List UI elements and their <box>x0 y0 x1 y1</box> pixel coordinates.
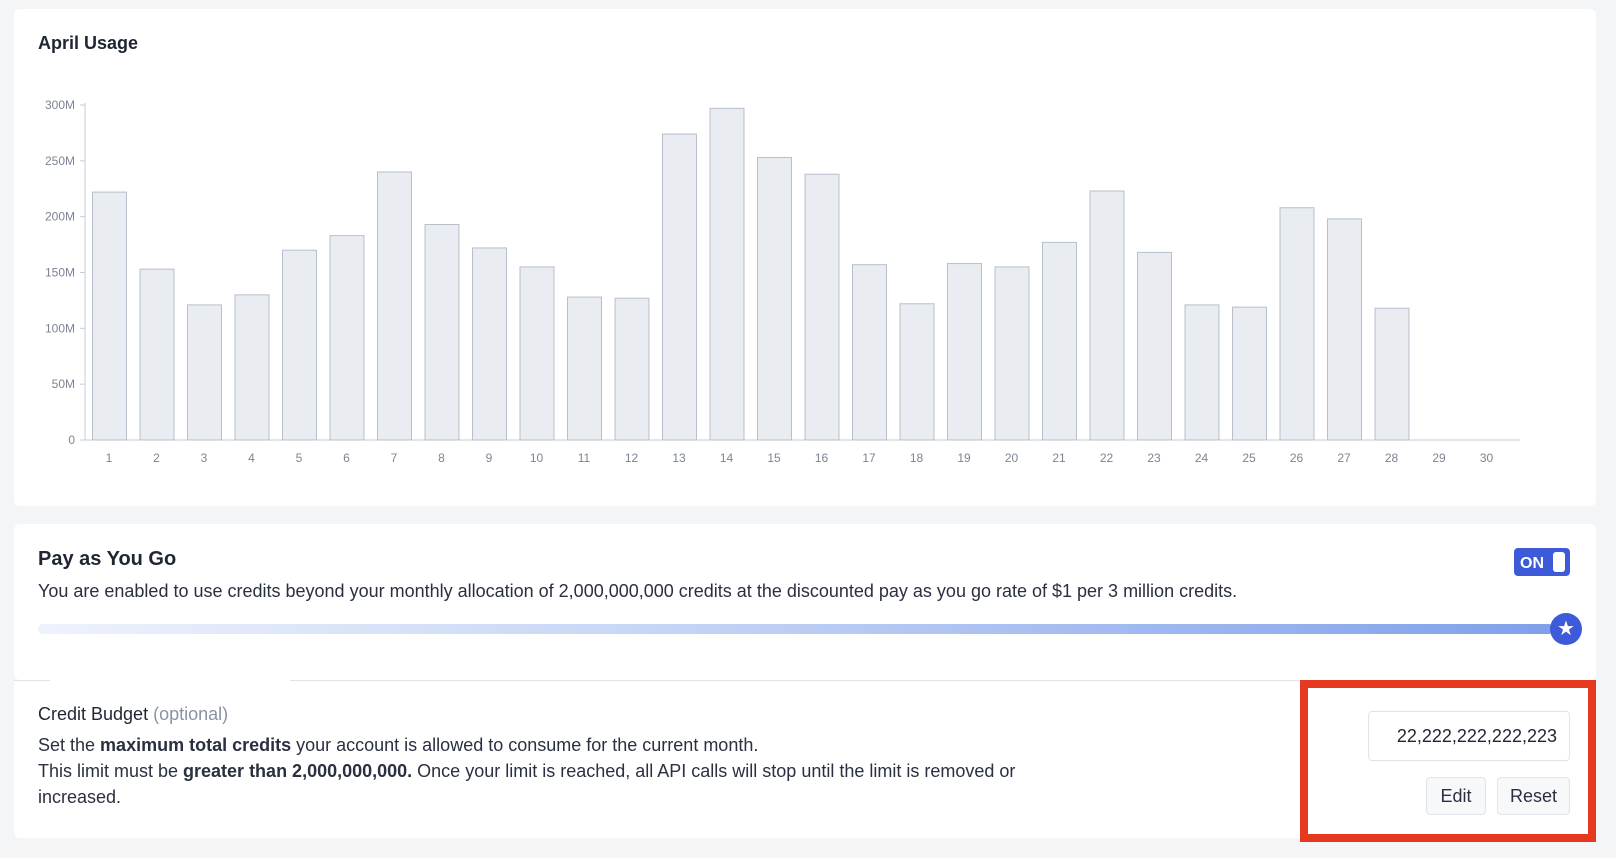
x-tick-label: 6 <box>343 451 350 465</box>
y-tick-label: 0 <box>68 433 75 447</box>
x-tick-label: 3 <box>201 451 208 465</box>
bar-day-5 <box>282 249 317 441</box>
x-tick-label: 11 <box>578 451 591 465</box>
x-tick-label: 23 <box>1147 451 1161 465</box>
payg-description: You are enabled to use credits beyond yo… <box>38 581 1238 601</box>
bar-day-6 <box>329 235 365 441</box>
bar-day-12 <box>614 297 650 441</box>
x-tick-label: 4 <box>248 451 255 465</box>
usage-card: April Usage 0 50M 100M 150M 200M 250M 300M 1 2 3 4… <box>14 9 1596 506</box>
bar-day-10 <box>519 266 555 441</box>
bar-day-19 <box>947 263 982 441</box>
bar-day-9 <box>472 247 507 441</box>
optional-label: (optional) <box>153 704 229 724</box>
x-tick-label: 20 <box>1005 451 1019 465</box>
bar-day-4 <box>234 294 270 441</box>
bar-day-20 <box>994 266 1030 441</box>
usage-bar-chart: 050M100M150M200M250M300M1 2 3 4 5 6 7 8 9 10 11 12 1… <box>45 98 1520 465</box>
bar-day-22 <box>1089 190 1125 441</box>
x-tick-label: 8 <box>438 451 445 465</box>
x-tick-label: 1 <box>106 451 113 465</box>
bar-day-8 <box>424 223 460 441</box>
x-tick-label: 15 <box>767 451 781 465</box>
x-tick-label: 14 <box>720 451 734 465</box>
x-tick-label: 29 <box>1432 451 1446 465</box>
bar-day-14 <box>709 107 745 441</box>
desc-text: This limit must be <box>38 761 184 781</box>
payg-slider-track[interactable] <box>38 624 1554 634</box>
bar-day-27 <box>1327 218 1362 441</box>
credit-budget-description: Set the maximum total credits your accou… <box>38 732 1038 810</box>
bar-day-2 <box>139 268 175 441</box>
x-tick-label: 16 <box>815 451 829 465</box>
bar-day-15 <box>757 156 792 441</box>
divider-gap <box>50 680 290 682</box>
y-tick-label: 250M <box>45 154 75 168</box>
x-tick-label: 28 <box>1385 451 1399 465</box>
x-tick-label: 19 <box>957 451 971 465</box>
x-tick-label: 10 <box>530 451 544 465</box>
desc-bold: maximum total credits <box>100 735 292 755</box>
desc-text: your account is allowed to consume for t… <box>291 735 759 755</box>
pay-as-you-go-card: Pay as You Go You are enabled to use cre… <box>14 524 1596 680</box>
toggle-label: ON <box>1520 555 1544 572</box>
x-tick-label: 13 <box>672 451 686 465</box>
x-tick-label: 21 <box>1052 451 1066 465</box>
x-tick-label: 18 <box>910 451 924 465</box>
bar-day-21 <box>1042 241 1077 441</box>
y-tick-label: 200M <box>45 210 75 224</box>
bar-day-28 <box>1374 307 1410 441</box>
x-tick-label: 27 <box>1337 451 1351 465</box>
y-tick-label: 150M <box>45 266 75 280</box>
bar-day-16 <box>804 173 840 441</box>
bar-day-11 <box>567 296 602 441</box>
bar-day-3 <box>187 304 222 441</box>
x-tick-label: 9 <box>486 451 493 465</box>
payg-title: Pay as You Go <box>38 548 177 570</box>
y-tick-label: 100M <box>45 321 75 335</box>
payg-toggle[interactable]: ON <box>1514 548 1570 576</box>
x-tick-label: 7 <box>391 451 398 465</box>
desc-bold: greater than 2,000,000,000. <box>183 761 413 781</box>
slider-handle-star-icon[interactable]: ★ <box>1550 613 1582 645</box>
bar-day-7 <box>377 171 412 441</box>
y-tick-label: 300M <box>45 98 75 112</box>
x-tick-label: 22 <box>1100 451 1114 465</box>
toggle-knob <box>1553 552 1565 572</box>
bar-day-17 <box>852 264 887 441</box>
credit-budget-title: Credit Budget (optional) <box>38 704 228 725</box>
reset-button[interactable]: Reset <box>1497 777 1570 815</box>
x-tick-label: 26 <box>1290 451 1304 465</box>
highlight-box <box>1300 680 1596 842</box>
x-tick-label: 24 <box>1195 451 1209 465</box>
edit-button[interactable]: Edit <box>1426 777 1486 815</box>
bar-day-18 <box>899 303 935 441</box>
desc-text: Set the <box>38 735 101 755</box>
x-tick-label: 2 <box>153 451 160 465</box>
bar-day-25 <box>1232 306 1267 441</box>
bar-day-23 <box>1137 251 1172 441</box>
bar-day-24 <box>1184 304 1220 441</box>
y-tick-label: 50M <box>52 377 75 391</box>
credit-budget-label: Credit Budget <box>38 704 149 724</box>
x-tick-label: 17 <box>862 451 876 465</box>
bar-day-13 <box>662 133 697 441</box>
bar-day-26 <box>1279 207 1315 441</box>
x-tick-label: 25 <box>1242 451 1256 465</box>
x-tick-label: 5 <box>296 451 303 465</box>
credit-budget-input[interactable] <box>1368 711 1570 761</box>
x-tick-label: 12 <box>625 451 639 465</box>
bar-day-1 <box>92 191 127 441</box>
x-tick-label: 30 <box>1480 451 1494 465</box>
